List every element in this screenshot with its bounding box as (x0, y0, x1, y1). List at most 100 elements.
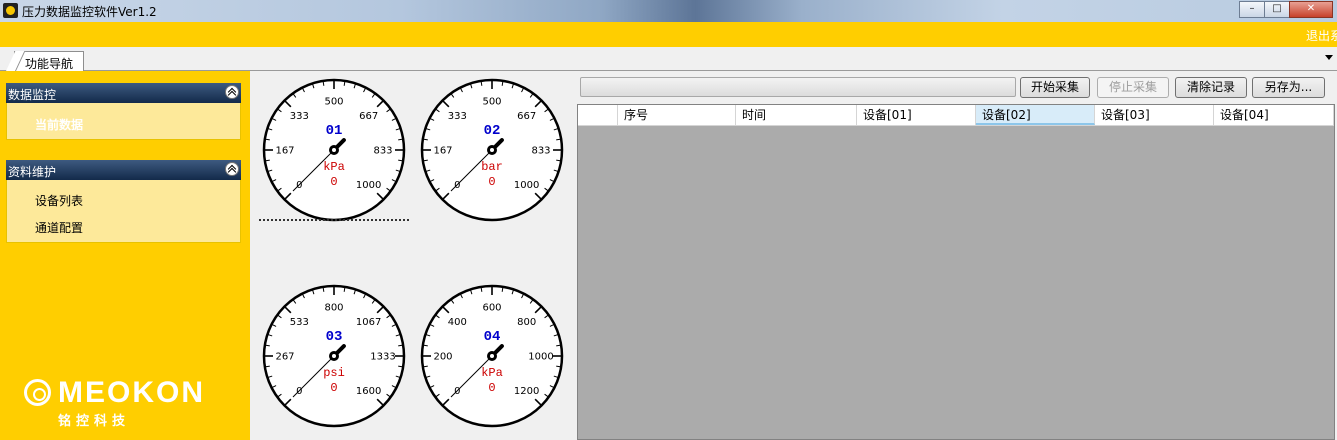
exit-link[interactable]: 退出系统 (1306, 27, 1337, 44)
minor-tick (398, 138, 403, 141)
gauge-pivot-center (490, 354, 494, 358)
clear-records-button[interactable]: 清除记录 (1175, 77, 1247, 98)
column-header-row-selector[interactable] (578, 105, 618, 125)
column-header-device-02[interactable]: 设备[02] (976, 105, 1095, 125)
gauge-tick-label: 1067 (356, 317, 381, 328)
column-header-index[interactable]: 序号 (618, 105, 736, 125)
gauge-unit: psi (323, 366, 345, 380)
gauge-dial: 01673335006678331000 (262, 78, 406, 222)
sidebar-item-channel-config[interactable]: 通道配置 (35, 219, 83, 236)
minor-tick (423, 138, 428, 141)
logo-brand: MEOKON (58, 376, 205, 409)
gauge-value: 0 (330, 381, 338, 395)
pressure-gauge: 0 200 400 600 800 1000 1200 04 kPa 0 (420, 284, 564, 428)
nav-group-body: 当前数据 (6, 103, 241, 140)
gauge-tick-label: 800 (324, 303, 343, 314)
minor-tick (398, 344, 403, 347)
gauge-tick-label: 167 (433, 146, 452, 157)
gauge-dial: 01673335006678331000 (420, 78, 564, 222)
pressure-gauge: 0 167 333 500 667 833 1000 01 kPa 0 (262, 78, 406, 222)
gauge-tick-label: 800 (517, 317, 536, 328)
gauge-pivot-center (332, 354, 336, 358)
minimize-icon: – (1249, 3, 1255, 14)
gauge-tick-label: 1333 (370, 352, 395, 363)
close-button[interactable]: ✕ (1289, 1, 1333, 18)
gauge-id: 01 (325, 123, 343, 139)
minor-tick (265, 138, 270, 141)
gauge-tick-label: 500 (324, 97, 343, 108)
sidebar-item-current-data[interactable]: 当前数据 (35, 116, 83, 133)
gauge-tick-label: 267 (275, 352, 294, 363)
column-header-time[interactable]: 时间 (736, 105, 857, 125)
gauge-id: 04 (483, 329, 501, 345)
minor-tick (480, 81, 483, 86)
gauge-tick-label: 200 (433, 352, 452, 363)
nav-group-header[interactable]: 资料维护 (6, 160, 241, 180)
gauge-value: 0 (330, 175, 338, 189)
app-icon (3, 3, 18, 18)
nav-group-maintenance: 资料维护 设备列表 通道配置 (6, 160, 241, 243)
column-header-device-04[interactable]: 设备[04] (1214, 105, 1334, 125)
chevron-down-icon[interactable] (1325, 55, 1333, 60)
gauge-tick-label: 167 (275, 146, 294, 157)
gauge-id: 02 (483, 123, 501, 139)
minor-tick (322, 287, 325, 292)
gauge-tick-label: 833 (531, 146, 550, 157)
maximize-button[interactable]: □ (1264, 1, 1290, 18)
gauge-dial: 020040060080010001200 (420, 284, 564, 428)
save-as-button[interactable]: 另存为... (1252, 77, 1325, 98)
nav-group-data-monitor: 数据监控 当前数据 (6, 83, 241, 140)
nav-group-header[interactable]: 数据监控 (6, 83, 241, 103)
close-icon: ✕ (1306, 3, 1316, 14)
gauge-value: 0 (488, 381, 496, 395)
window-title: 压力数据监控软件Ver1.2 (22, 5, 157, 19)
tab-function-navigation[interactable]: 功能导航 (14, 51, 84, 71)
gauge-tick-label: 600 (482, 303, 501, 314)
nav-group-body: 设备列表 通道配置 (6, 180, 241, 243)
data-table[interactable]: 序号 时间 设备[01] 设备[02] 设备[03] 设备[04] (577, 104, 1335, 440)
gauge-tick-label: 333 (448, 111, 467, 122)
gauge-unit: kPa (481, 366, 503, 380)
gauge-unit: kPa (323, 160, 345, 174)
pressure-gauge: 0 267 533 800 1067 1333 1600 03 psi 0 (262, 284, 406, 428)
logo-subtitle: 铭控科技 (58, 414, 131, 429)
gauge-tick-label: 400 (448, 317, 467, 328)
gauge-tick-label: 1000 (528, 352, 553, 363)
collapse-icon[interactable] (225, 85, 239, 99)
column-header-device-03[interactable]: 设备[03] (1095, 105, 1214, 125)
sidebar: 数据监控 当前数据 资料维护 设备列表 通道配置 MEOKON 铭控科技 (0, 71, 250, 440)
ribbon-bar: 退出系统 (0, 22, 1337, 47)
minor-tick (501, 287, 504, 292)
tab-label: 功能导航 (25, 57, 74, 71)
stop-collect-button[interactable]: 停止采集 (1097, 77, 1169, 98)
minor-tick (343, 287, 346, 292)
minor-tick (265, 344, 270, 347)
gauge-unit: bar (481, 160, 503, 174)
minor-tick (480, 287, 483, 292)
minor-tick (343, 81, 346, 86)
start-collect-button[interactable]: 开始采集 (1020, 77, 1090, 98)
nav-group-title: 资料维护 (8, 165, 57, 179)
minimize-button[interactable]: – (1239, 1, 1265, 18)
progress-bar (580, 77, 1016, 97)
minor-tick (423, 344, 428, 347)
gauge-pivot-center (332, 148, 336, 152)
nav-group-title: 数据监控 (8, 88, 57, 102)
sidebar-item-device-list[interactable]: 设备列表 (35, 192, 83, 209)
gauge-value: 0 (488, 175, 496, 189)
gauge-tick-label: 333 (290, 111, 309, 122)
column-header-device-01[interactable]: 设备[01] (857, 105, 976, 125)
minor-tick (556, 344, 561, 347)
logo-mark-icon (24, 379, 51, 406)
gauge-tick-label: 833 (373, 146, 392, 157)
gauge-dial: 0267533800106713331600 (262, 284, 406, 428)
minor-tick (322, 81, 325, 86)
divider (259, 219, 409, 223)
window-controls: – □ ✕ (1239, 1, 1333, 19)
gauge-tick-label: 667 (359, 111, 378, 122)
minor-tick (501, 81, 504, 86)
tab-strip: 功能导航 (0, 47, 1337, 71)
title-bar: 压力数据监控软件Ver1.2 – □ ✕ (0, 0, 1337, 22)
collapse-icon[interactable] (225, 162, 239, 176)
pressure-gauge: 0 167 333 500 667 833 1000 02 bar 0 (420, 78, 564, 222)
